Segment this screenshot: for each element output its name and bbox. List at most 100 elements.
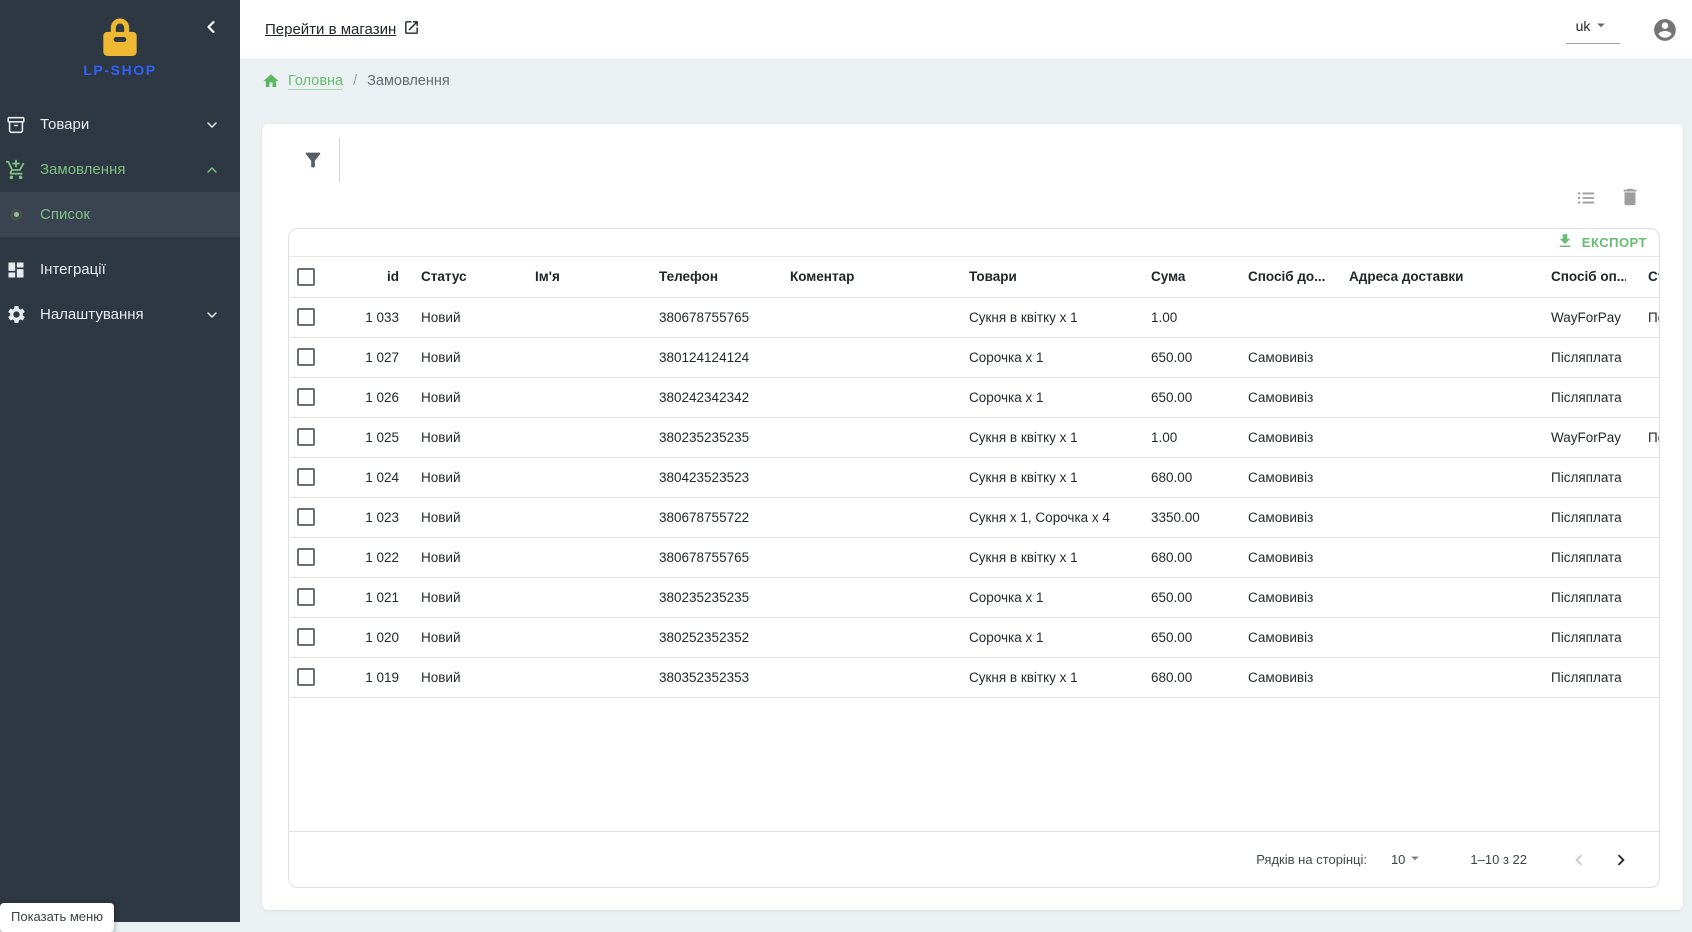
table-cell <box>1327 297 1529 337</box>
row-checkbox-cell <box>289 417 337 457</box>
go-to-store-link[interactable]: Перейти в магазин <box>265 19 420 40</box>
table-cell <box>513 337 637 377</box>
table-row[interactable]: 1 026Новий380242342342Сорочка x 1650.00С… <box>289 377 1659 417</box>
table-cell: Післяплата <box>1529 457 1626 497</box>
row-checkbox[interactable] <box>297 668 315 686</box>
table-cell: 1 033 <box>337 297 399 337</box>
row-checkbox[interactable] <box>297 628 315 646</box>
sidebar-item-integrations[interactable]: Інтеграції <box>0 247 240 292</box>
table-cell: 680.00 <box>1129 457 1226 497</box>
table-cell: Самовивіз <box>1226 657 1327 697</box>
table-cell: Самовивіз <box>1226 617 1327 657</box>
table-cell: 650.00 <box>1129 617 1226 657</box>
sidebar-item-products[interactable]: Товари <box>0 102 240 147</box>
store-link-label: Перейти в магазин <box>265 21 396 38</box>
table-header-row: idСтатусІм'яТелефонКоментарТовариСумаСпо… <box>289 257 1659 297</box>
column-header[interactable]: Спосіб оп... <box>1529 257 1626 297</box>
table-cell: Післяплата <box>1529 617 1626 657</box>
table-row[interactable]: 1 027Новий380124124124Сорочка x 1650.00С… <box>289 337 1659 377</box>
table-row[interactable]: 1 019Новий380352352353Сукня в квітку x 1… <box>289 657 1659 697</box>
column-header[interactable]: Ім'я <box>513 257 637 297</box>
row-checkbox-cell <box>289 617 337 657</box>
table-cell: 680.00 <box>1129 657 1226 697</box>
filter-input-divider <box>339 138 340 182</box>
logo[interactable]: LP-SHOP <box>0 14 240 78</box>
table-cell <box>513 537 637 577</box>
row-checkbox-cell <box>289 497 337 537</box>
column-header[interactable]: Телефон <box>637 257 768 297</box>
row-checkbox-cell <box>289 297 337 337</box>
table-cell <box>1327 457 1529 497</box>
table-row[interactable]: 1 033Новий380678755765Сукня в квітку x 1… <box>289 297 1659 337</box>
column-header[interactable]: Коментар <box>768 257 947 297</box>
column-header[interactable]: Адреса доставки <box>1327 257 1529 297</box>
table-cell: 1 019 <box>337 657 399 697</box>
table-row[interactable]: 1 024Новий380423523523Сукня в квітку x 1… <box>289 457 1659 497</box>
table-cell <box>1626 657 1659 697</box>
table-cell: Самовивіз <box>1226 417 1327 457</box>
table-cell: Сукня в квітку x 1 <box>947 457 1129 497</box>
rows-per-page-select[interactable]: 10 <box>1391 849 1424 870</box>
table-cell <box>1626 537 1659 577</box>
table-cell: Сукня в квітку x 1 <box>947 297 1129 337</box>
select-all-checkbox[interactable] <box>297 268 315 286</box>
column-list-icon[interactable] <box>1575 187 1597 214</box>
next-page-button[interactable] <box>1607 846 1635 874</box>
table-cell <box>513 577 637 617</box>
table-cell: Сукня в квітку x 1 <box>947 417 1129 457</box>
table-cell: 650.00 <box>1129 337 1226 377</box>
filter-funnel-icon[interactable] <box>302 149 324 176</box>
table-cell: 380678755722 <box>637 497 768 537</box>
row-checkbox-cell <box>289 577 337 617</box>
table-cell: Самовивіз <box>1226 497 1327 537</box>
column-header[interactable]: Ст <box>1626 257 1659 297</box>
row-checkbox[interactable] <box>297 428 315 446</box>
table-cell: Післяплата <box>1529 377 1626 417</box>
gear-icon <box>4 303 28 327</box>
column-header[interactable]: Товари <box>947 257 1129 297</box>
table-cell: Новий <box>399 537 513 577</box>
table-cell: По <box>1626 297 1659 337</box>
row-checkbox[interactable] <box>297 308 315 326</box>
language-select[interactable]: uk <box>1566 16 1620 44</box>
breadcrumb-current: Замовлення <box>367 73 450 89</box>
user-avatar-button[interactable] <box>1652 17 1678 43</box>
column-header[interactable]: Спосіб до... <box>1226 257 1327 297</box>
orders-page-card: ЕКСПОРТ idСтатусІм'яТелефонКоментарТовар… <box>262 124 1683 910</box>
sidebar-item-orders[interactable]: Замовлення <box>0 147 240 192</box>
table-cell: Післяплата <box>1529 537 1626 577</box>
table-cell <box>513 657 637 697</box>
sidebar-item-label: Список <box>40 206 240 223</box>
table-cell <box>768 497 947 537</box>
row-checkbox-cell <box>289 377 337 417</box>
trash-icon[interactable] <box>1619 186 1641 213</box>
table-cell: По <box>1626 417 1659 457</box>
previous-page-button[interactable] <box>1565 846 1593 874</box>
row-checkbox[interactable] <box>297 508 315 526</box>
breadcrumb-home-link[interactable]: Головна <box>288 73 343 90</box>
table-row[interactable]: 1 021Новий380235235235Сорочка x 1650.00С… <box>289 577 1659 617</box>
table-row[interactable]: 1 025Новий380235235235Сукня в квітку x 1… <box>289 417 1659 457</box>
export-button[interactable]: ЕКСПОРТ <box>1556 232 1647 253</box>
row-checkbox[interactable] <box>297 468 315 486</box>
sidebar-item-orders-list[interactable]: Список <box>0 192 240 237</box>
table-cell: 1 024 <box>337 457 399 497</box>
table-cell <box>513 457 637 497</box>
table-cell: Самовивіз <box>1226 377 1327 417</box>
table-cell: 380235235235 <box>637 417 768 457</box>
column-header[interactable]: Статус <box>399 257 513 297</box>
language-value: uk <box>1576 18 1591 34</box>
sidebar-item-label: Замовлення <box>40 161 204 178</box>
column-header[interactable]: Сума <box>1129 257 1226 297</box>
row-checkbox[interactable] <box>297 588 315 606</box>
table-cell <box>1327 537 1529 577</box>
table-row[interactable]: 1 020Новий380252352352Сорочка x 1650.00С… <box>289 617 1659 657</box>
table-row[interactable]: 1 023Новий380678755722Сукня x 1, Сорочка… <box>289 497 1659 537</box>
table-row[interactable]: 1 022Новий380678755765Сукня в квітку x 1… <box>289 537 1659 577</box>
table-cell <box>1327 617 1529 657</box>
row-checkbox[interactable] <box>297 388 315 406</box>
row-checkbox[interactable] <box>297 548 315 566</box>
sidebar-item-settings[interactable]: Налаштування <box>0 292 240 337</box>
row-checkbox[interactable] <box>297 348 315 366</box>
column-header[interactable]: id <box>337 257 399 297</box>
